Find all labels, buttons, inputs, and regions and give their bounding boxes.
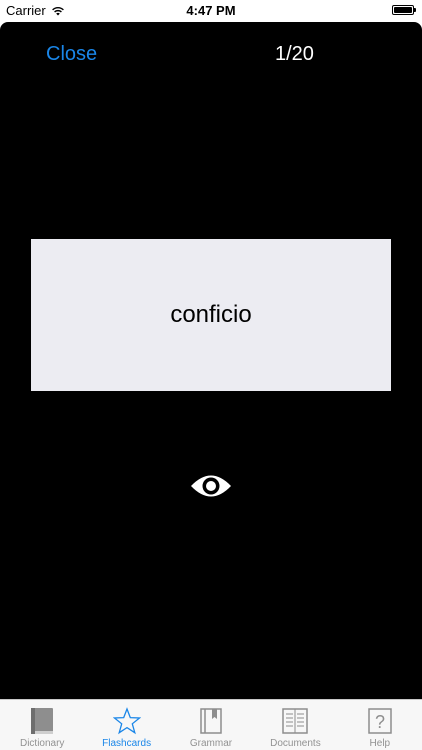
tab-label: Flashcards	[102, 738, 152, 749]
battery-icon	[392, 5, 416, 15]
documents-icon	[280, 706, 310, 736]
flashcard-word: conficio	[170, 301, 252, 328]
help-icon: ?	[365, 706, 395, 736]
tab-documents[interactable]: Documents	[253, 700, 337, 750]
card-counter: 1/20	[275, 43, 314, 65]
flashcard[interactable]: conficio	[31, 239, 391, 391]
flashcard-screen: Close 1/20 conficio	[0, 22, 422, 699]
svg-text:?: ?	[375, 712, 385, 732]
tab-label: Dictionary	[19, 738, 65, 749]
tab-grammar[interactable]: Grammar	[169, 700, 253, 750]
bookmark-book-icon	[196, 706, 226, 736]
tab-flashcards[interactable]: Flashcards	[84, 700, 168, 750]
star-icon	[112, 706, 142, 736]
book-icon	[27, 706, 57, 736]
tab-label: Help	[369, 738, 391, 749]
tab-label: Grammar	[189, 738, 233, 749]
status-bar: Carrier 4:47 PM	[0, 0, 422, 22]
status-time: 4:47 PM	[186, 3, 236, 18]
tab-bar: Dictionary Flashcards Grammar Documents …	[0, 699, 422, 750]
tab-label: Documents	[270, 738, 321, 749]
eye-icon[interactable]	[189, 471, 233, 501]
close-button[interactable]: Close	[46, 43, 97, 66]
tab-dictionary[interactable]: Dictionary	[0, 700, 84, 750]
tab-help[interactable]: ? Help	[338, 700, 422, 750]
